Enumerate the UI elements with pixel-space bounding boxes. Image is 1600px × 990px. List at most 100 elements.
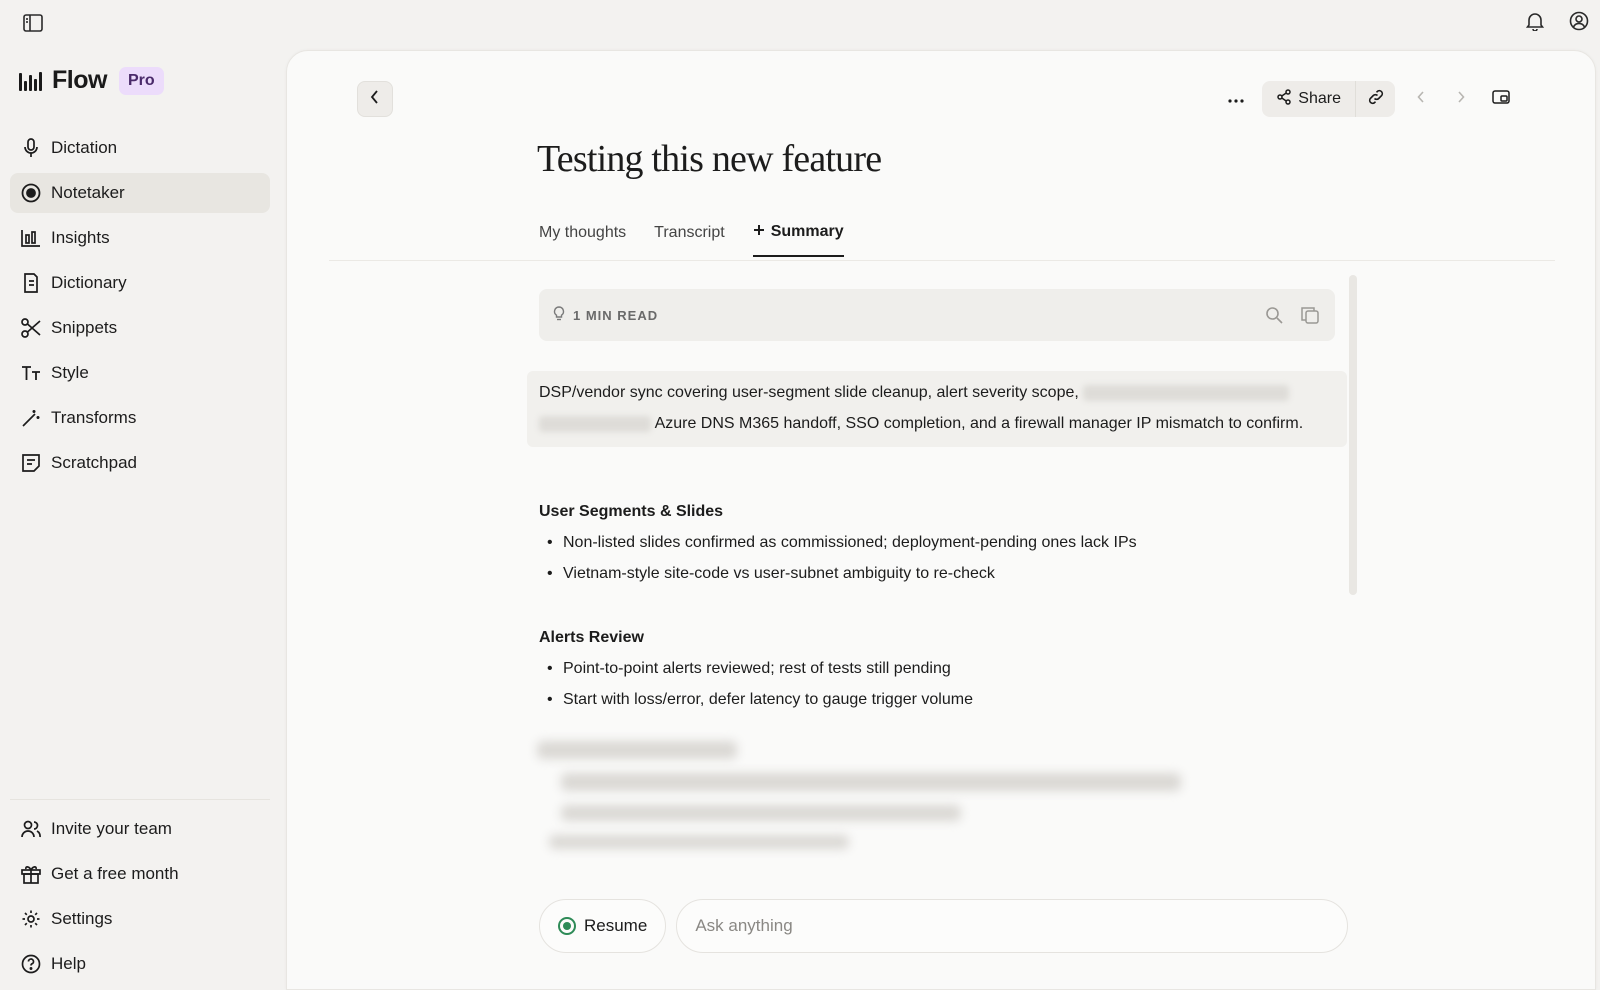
section-heading: User Segments & Slides [539, 503, 724, 520]
tab-label: My thoughts [539, 224, 627, 241]
book-icon [20, 272, 42, 294]
flow-logo-icon [18, 69, 44, 93]
record-icon [20, 182, 42, 204]
composer: Resume [539, 899, 1349, 953]
sidebar-item-invite-team[interactable]: Invite your team [10, 809, 270, 849]
copy-icon[interactable] [1299, 304, 1321, 326]
read-time-bar: 1 MIN READ [539, 289, 1335, 341]
sidebar-item-label: Scratchpad [51, 453, 137, 472]
bullet-item: Start with loss/error, defer latency to … [539, 684, 973, 715]
tab-my-thoughts[interactable]: My thoughts [539, 223, 626, 257]
sidebar-item-label: Style [51, 363, 89, 382]
sidebar-item-snippets[interactable]: Snippets [10, 308, 270, 348]
sidebar-item-label: Help [51, 954, 86, 973]
sidebar-item-free-month[interactable]: Get a free month [10, 854, 270, 894]
sidebar-item-dictionary[interactable]: Dictionary [10, 263, 270, 303]
sidebar-item-label: Notetaker [51, 183, 125, 202]
text-style-icon [20, 362, 42, 384]
summary-intro: DSP/vendor sync covering user-segment sl… [527, 371, 1347, 447]
redacted-text [539, 415, 651, 432]
magic-wand-icon [20, 407, 42, 429]
gear-icon [20, 908, 42, 930]
section-bullets: Non-listed slides confirmed as commissio… [539, 527, 1137, 589]
share-label: Share [1298, 90, 1341, 107]
read-time-label: 1 MIN READ [573, 307, 659, 323]
more-horizontal-icon [1228, 90, 1244, 108]
sidebar-item-style[interactable]: Style [10, 353, 270, 393]
previous-note-button[interactable] [1401, 81, 1441, 117]
tab-label: Summary [770, 223, 844, 240]
tab-label: Transcript [654, 224, 725, 241]
sidebar-item-transforms[interactable]: Transforms [10, 398, 270, 438]
more-options-button[interactable] [1218, 81, 1254, 117]
sidebar-item-settings[interactable]: Settings [10, 899, 270, 939]
redacted-section [537, 741, 1181, 861]
sidebar-item-label: Insights [51, 228, 110, 247]
copy-link-button[interactable] [1355, 81, 1395, 117]
pop-out-button[interactable] [1481, 81, 1521, 117]
share-group: Share [1262, 81, 1395, 117]
link-icon [1367, 88, 1385, 111]
gift-icon [20, 863, 42, 885]
notepad-icon [20, 452, 42, 474]
lightbulb-icon [553, 305, 565, 325]
bullet-item: Point-to-point alerts reviewed; rest of … [539, 653, 973, 684]
microphone-icon [20, 137, 42, 159]
chevron-right-icon [1457, 90, 1465, 108]
share-icon [1276, 88, 1292, 110]
tab-transcript[interactable]: Transcript [654, 223, 725, 257]
sidebar-nav: Dictation Notetaker Insights Dictionary … [10, 128, 270, 488]
redacted-text [1083, 384, 1290, 401]
bar-chart-icon [20, 227, 42, 249]
ask-anything-input[interactable] [676, 899, 1349, 953]
share-button[interactable]: Share [1262, 81, 1355, 117]
note-toolbar: Share [1218, 81, 1521, 117]
summary-actions [1263, 304, 1321, 326]
back-button[interactable] [357, 81, 393, 117]
sidebar-item-label: Transforms [51, 408, 137, 427]
recording-status-icon [558, 917, 576, 935]
sidebar-item-label: Get a free month [51, 864, 179, 883]
scissors-icon [20, 317, 42, 339]
sidebar-item-label: Invite your team [51, 819, 172, 838]
next-note-button[interactable] [1441, 81, 1481, 117]
help-icon [20, 953, 42, 975]
bullet-item: Vietnam-style site-code vs user-subnet a… [539, 558, 1137, 589]
picture-in-picture-icon [1492, 89, 1510, 109]
sidebar: Flow Pro Dictation Notetaker Insights Di… [0, 50, 282, 990]
search-icon[interactable] [1263, 304, 1285, 326]
sidebar-toggle-icon[interactable] [20, 10, 46, 36]
app-name: Flow [52, 66, 107, 94]
account-icon[interactable] [1566, 8, 1592, 34]
intro-text-part1: DSP/vendor sync covering user-segment sl… [539, 384, 1079, 401]
note-title: Testing this new feature [537, 138, 882, 180]
sidebar-item-label: Dictionary [51, 273, 127, 292]
resume-button[interactable]: Resume [539, 899, 667, 953]
chevron-left-icon [1417, 90, 1425, 108]
sidebar-item-label: Dictation [51, 138, 118, 157]
sidebar-item-scratchpad[interactable]: Scratchpad [10, 443, 270, 483]
intro-text-part2: Azure DNS M365 handoff, SSO completion, … [654, 415, 1304, 432]
tab-summary[interactable]: Summary [752, 223, 844, 257]
sidebar-item-label: Snippets [51, 318, 118, 337]
sidebar-item-dictation[interactable]: Dictation [10, 128, 270, 168]
tabs-divider [329, 260, 1555, 261]
sidebar-item-label: Settings [51, 909, 113, 928]
note-tabs: My thoughts Transcript Summary [539, 223, 872, 257]
sidebar-item-help[interactable]: Help [10, 944, 270, 984]
plan-badge: Pro [118, 66, 164, 95]
section-bullets: Point-to-point alerts reviewed; rest of … [539, 653, 973, 715]
sidebar-item-insights[interactable]: Insights [10, 218, 270, 258]
scrollbar[interactable] [1349, 275, 1357, 595]
read-time: 1 MIN READ [553, 305, 659, 325]
resume-label: Resume [584, 916, 648, 935]
users-icon [20, 818, 42, 840]
bell-icon[interactable] [1522, 8, 1548, 34]
sidebar-item-notetaker[interactable]: Notetaker [10, 173, 270, 213]
chevron-left-icon [370, 89, 380, 109]
bullet-item: Non-listed slides confirmed as commissio… [539, 527, 1137, 558]
plus-icon [753, 223, 765, 241]
brand[interactable]: Flow Pro [18, 66, 164, 95]
note-panel: Share Testing this new feature My though… [286, 50, 1596, 990]
sidebar-divider [10, 799, 270, 800]
